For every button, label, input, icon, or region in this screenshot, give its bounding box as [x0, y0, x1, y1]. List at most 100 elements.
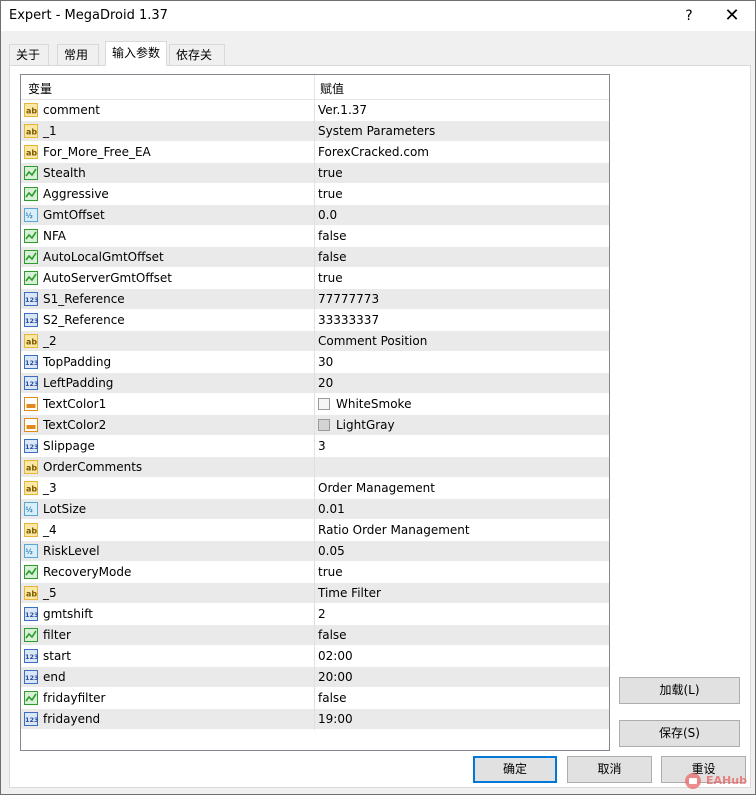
load-button[interactable]: 加载(L) [619, 677, 740, 704]
parameter-value[interactable]: LightGray [336, 418, 395, 432]
parameter-value[interactable]: 19:00 [318, 712, 353, 726]
parameter-value[interactable]: true [318, 565, 343, 579]
parameter-value[interactable]: WhiteSmoke [336, 397, 411, 411]
parameter-row[interactable]: ½ LotSize 0.01 [21, 499, 609, 520]
bool-icon [24, 187, 38, 201]
parameter-row[interactable]: AutoLocalGmtOffset false [21, 247, 609, 268]
parameter-value[interactable]: true [318, 271, 343, 285]
parameter-value[interactable]: ForexCracked.com [318, 145, 429, 159]
header-value[interactable]: 赋值 [320, 80, 344, 97]
parameter-name: NFA [43, 229, 66, 243]
tab-common[interactable]: 常用 [57, 44, 99, 65]
parameter-value[interactable]: 0.05 [318, 544, 345, 558]
parameter-row[interactable]: ½ RiskLevel 0.05 [21, 541, 609, 562]
parameter-value[interactable]: false [318, 250, 347, 264]
bool-icon [24, 565, 38, 579]
parameter-value[interactable]: Comment Position [318, 334, 427, 348]
parameter-value[interactable]: true [318, 166, 343, 180]
parameter-row[interactable]: 123 Slippage 3 [21, 436, 609, 457]
column-divider [314, 142, 315, 163]
parameter-row[interactable]: AutoServerGmtOffset true [21, 268, 609, 289]
parameter-row[interactable]: ab OrderComments [21, 457, 609, 478]
parameter-row[interactable]: TextColor1 WhiteSmoke [21, 394, 609, 415]
parameter-value[interactable]: 02:00 [318, 649, 353, 663]
parameter-row[interactable]: ab For_More_Free_EA ForexCracked.com [21, 142, 609, 163]
cancel-button[interactable]: 取消 [567, 756, 652, 783]
color-swatch[interactable] [318, 419, 330, 431]
parameter-value[interactable]: 20 [318, 376, 333, 390]
parameter-name: S1_Reference [43, 292, 125, 306]
parameter-name: _4 [43, 523, 57, 537]
column-divider [314, 541, 315, 562]
tab-dependencies[interactable]: 依存关系 [169, 44, 225, 83]
parameter-row[interactable]: ½ GmtOffset 0.0 [21, 205, 609, 226]
parameter-value[interactable]: System Parameters [318, 124, 435, 138]
header-divider[interactable] [314, 75, 315, 99]
parameter-value[interactable]: false [318, 628, 347, 642]
parameter-row[interactable]: ab _5 Time Filter [21, 583, 609, 604]
parameter-row[interactable]: TextColor2 LightGray [21, 415, 609, 436]
parameter-row[interactable]: ab _4 Ratio Order Management [21, 520, 609, 541]
parameters-grid[interactable]: 变量 赋值 ab comment Ver.1.37 ab _1 System Parame… [20, 74, 610, 751]
parameter-value[interactable]: 2 [318, 607, 326, 621]
parameter-name: S2_Reference [43, 313, 125, 327]
parameter-row[interactable]: 123 start 02:00 [21, 646, 609, 667]
parameter-row[interactable]: 123 LeftPadding 20 [21, 373, 609, 394]
parameter-value[interactable]: Order Management [318, 481, 435, 495]
parameter-row[interactable]: ab _1 System Parameters [21, 121, 609, 142]
tab-about[interactable]: 关于 [9, 44, 49, 65]
string-icon: ab [24, 145, 38, 159]
string-icon: ab [24, 124, 38, 138]
ok-button[interactable]: 确定 [473, 756, 557, 783]
parameter-name: fridayfilter [43, 691, 106, 705]
parameter-name: Stealth [43, 166, 86, 180]
parameter-value[interactable]: 0.0 [318, 208, 337, 222]
int-icon: 123 [24, 376, 39, 390]
parameter-row[interactable]: fridayfilter false [21, 688, 609, 709]
parameter-value[interactable]: Time Filter [318, 586, 381, 600]
parameter-name: TextColor1 [43, 397, 107, 411]
parameter-name: _2 [43, 334, 57, 348]
parameter-value[interactable]: 33333337 [318, 313, 379, 327]
parameter-row[interactable]: ab comment Ver.1.37 [21, 100, 609, 121]
parameter-row[interactable]: 123 fridayend 19:00 [21, 709, 609, 730]
parameter-row[interactable]: 123 TopPadding 30 [21, 352, 609, 373]
parameter-value[interactable]: 30 [318, 355, 333, 369]
parameter-row[interactable]: filter false [21, 625, 609, 646]
parameter-value[interactable]: false [318, 229, 347, 243]
parameter-value[interactable]: Ver.1.37 [318, 103, 367, 117]
tab-inputs[interactable]: 输入参数 [105, 41, 167, 66]
parameter-value[interactable]: Ratio Order Management [318, 523, 470, 537]
watermark-logo-icon [685, 773, 701, 789]
header-variable[interactable]: 变量 [28, 80, 52, 97]
help-button[interactable]: ? [677, 5, 701, 27]
save-button[interactable]: 保存(S) [619, 720, 740, 747]
parameter-row[interactable]: 123 S1_Reference 77777773 [21, 289, 609, 310]
parameter-name: AutoServerGmtOffset [43, 271, 172, 285]
parameter-row[interactable]: Stealth true [21, 163, 609, 184]
parameter-value[interactable]: false [318, 691, 347, 705]
parameter-row[interactable]: 123 S2_Reference 33333337 [21, 310, 609, 331]
parameter-row[interactable]: ab _3 Order Management [21, 478, 609, 499]
double-icon: ½ [24, 208, 38, 222]
parameter-value[interactable]: 77777773 [318, 292, 379, 306]
svg-text:ab: ab [26, 338, 37, 347]
svg-text:123: 123 [25, 443, 38, 451]
parameter-row[interactable]: 123 gmtshift 2 [21, 604, 609, 625]
parameter-value[interactable]: 0.01 [318, 502, 345, 516]
color-icon [24, 418, 38, 432]
parameter-row[interactable]: 123 end 20:00 [21, 667, 609, 688]
parameter-row[interactable]: NFA false [21, 226, 609, 247]
parameter-row[interactable]: Aggressive true [21, 184, 609, 205]
color-swatch[interactable] [318, 398, 330, 410]
parameter-row[interactable]: ab _2 Comment Position [21, 331, 609, 352]
parameter-name: Slippage [43, 439, 95, 453]
parameter-value[interactable]: 20:00 [318, 670, 353, 684]
parameter-value[interactable]: 3 [318, 439, 326, 453]
int-icon: 123 [24, 292, 39, 306]
column-divider [314, 268, 315, 289]
parameter-value[interactable]: true [318, 187, 343, 201]
svg-text:½: ½ [26, 212, 33, 220]
close-button[interactable]: ✕ [719, 5, 745, 27]
parameter-row[interactable]: RecoveryMode true [21, 562, 609, 583]
